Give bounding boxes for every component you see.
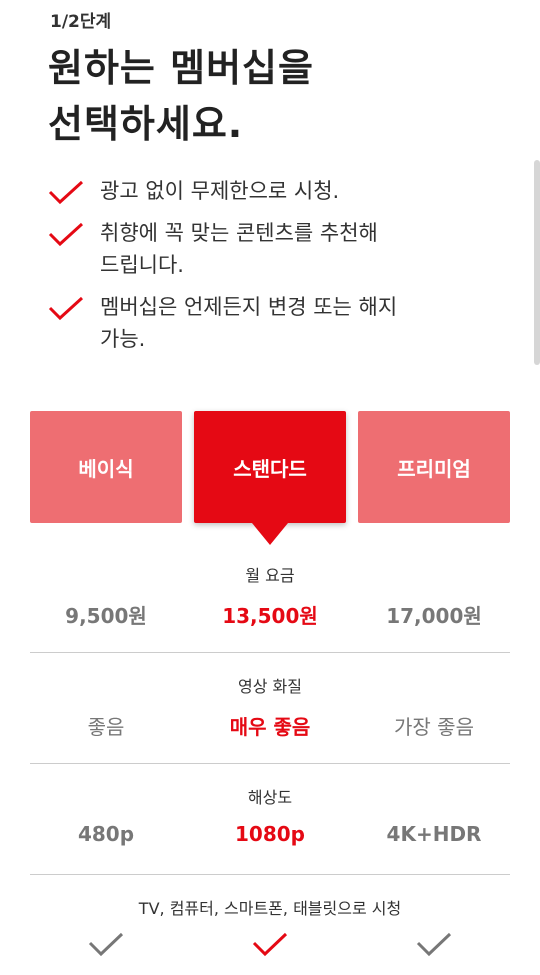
resolution-row: 해상도 480p 1080p 4K+HDR (30, 784, 510, 852)
price-standard: 13,500원 (222, 604, 318, 628)
check-icon (48, 296, 84, 321)
step-indicator: 1/2단계 (50, 12, 112, 32)
divider (30, 652, 510, 653)
price-row: 월 요금 9,500원 13,500원 17,000원 (30, 562, 510, 630)
devices-premium-check (358, 931, 510, 964)
resolution-basic: 480p (77, 822, 135, 846)
quality-row: 영상 화질 좋음 매우 좋음 가장 좋음 (30, 673, 510, 741)
quality-values: 좋음 매우 좋음 가장 좋음 (30, 711, 510, 741)
scrollbar[interactable] (534, 160, 540, 365)
page-title-line2: 선택하세요. (48, 102, 244, 146)
plan-standard-button[interactable]: 스탠다드 (194, 411, 346, 523)
resolution-values: 480p 1080p 4K+HDR (30, 822, 510, 852)
quality-basic: 좋음 (87, 715, 125, 739)
devices-basic-check (30, 931, 182, 964)
benefit-text-cont: 드립니다. (100, 253, 184, 277)
resolution-standard: 1080p (235, 822, 305, 846)
devices-row: TV, 컴퓨터, 스마트폰, 태블릿으로 시청 (30, 895, 510, 961)
divider (30, 763, 510, 764)
benefit-item: 광고 없이 무제한으로 시청. (48, 175, 488, 207)
plan-selector: 베이식 스탠다드 프리미엄 (30, 411, 510, 545)
benefit-text: 광고 없이 무제한으로 시청. (100, 179, 340, 203)
quality-label: 영상 화질 (238, 677, 302, 696)
benefit-item: 취향에 꼭 맞는 콘텐츠를 추천해 드립니다. (48, 217, 488, 281)
check-icon (48, 180, 84, 205)
benefits-list: 광고 없이 무제한으로 시청. 취향에 꼭 맞는 콘텐츠를 추천해 드립니다. … (48, 175, 488, 365)
devices-standard-check (194, 931, 346, 964)
price-basic: 9,500원 (65, 604, 147, 628)
price-premium: 17,000원 (386, 604, 482, 628)
check-icon (48, 222, 84, 247)
check-icon (416, 932, 452, 957)
price-values: 9,500원 13,500원 17,000원 (30, 600, 510, 630)
price-label: 월 요금 (245, 566, 295, 585)
quality-standard: 매우 좋음 (229, 715, 311, 739)
benefit-item: 멤버십은 언제든지 변경 또는 해지 가능. (48, 291, 488, 355)
page-title: 원하는 멤버십을 선택하세요. (48, 40, 314, 152)
check-icon (252, 932, 288, 957)
benefit-text: 취향에 꼭 맞는 콘텐츠를 추천해 (100, 221, 378, 245)
resolution-premium: 4K+HDR (386, 822, 482, 846)
plan-premium-button[interactable]: 프리미엄 (358, 411, 510, 523)
page-title-line1: 원하는 멤버십을 (48, 46, 314, 90)
benefit-text-cont: 가능. (100, 327, 146, 351)
devices-values (30, 931, 510, 961)
plan-basic-button[interactable]: 베이식 (30, 411, 182, 523)
divider (30, 874, 510, 875)
quality-premium: 가장 좋음 (394, 715, 474, 739)
benefit-text: 멤버십은 언제든지 변경 또는 해지 (100, 295, 398, 319)
check-icon (88, 932, 124, 957)
selected-plan-pointer (252, 523, 288, 545)
devices-label: TV, 컴퓨터, 스마트폰, 태블릿으로 시청 (138, 899, 402, 918)
resolution-label: 해상도 (247, 788, 293, 807)
